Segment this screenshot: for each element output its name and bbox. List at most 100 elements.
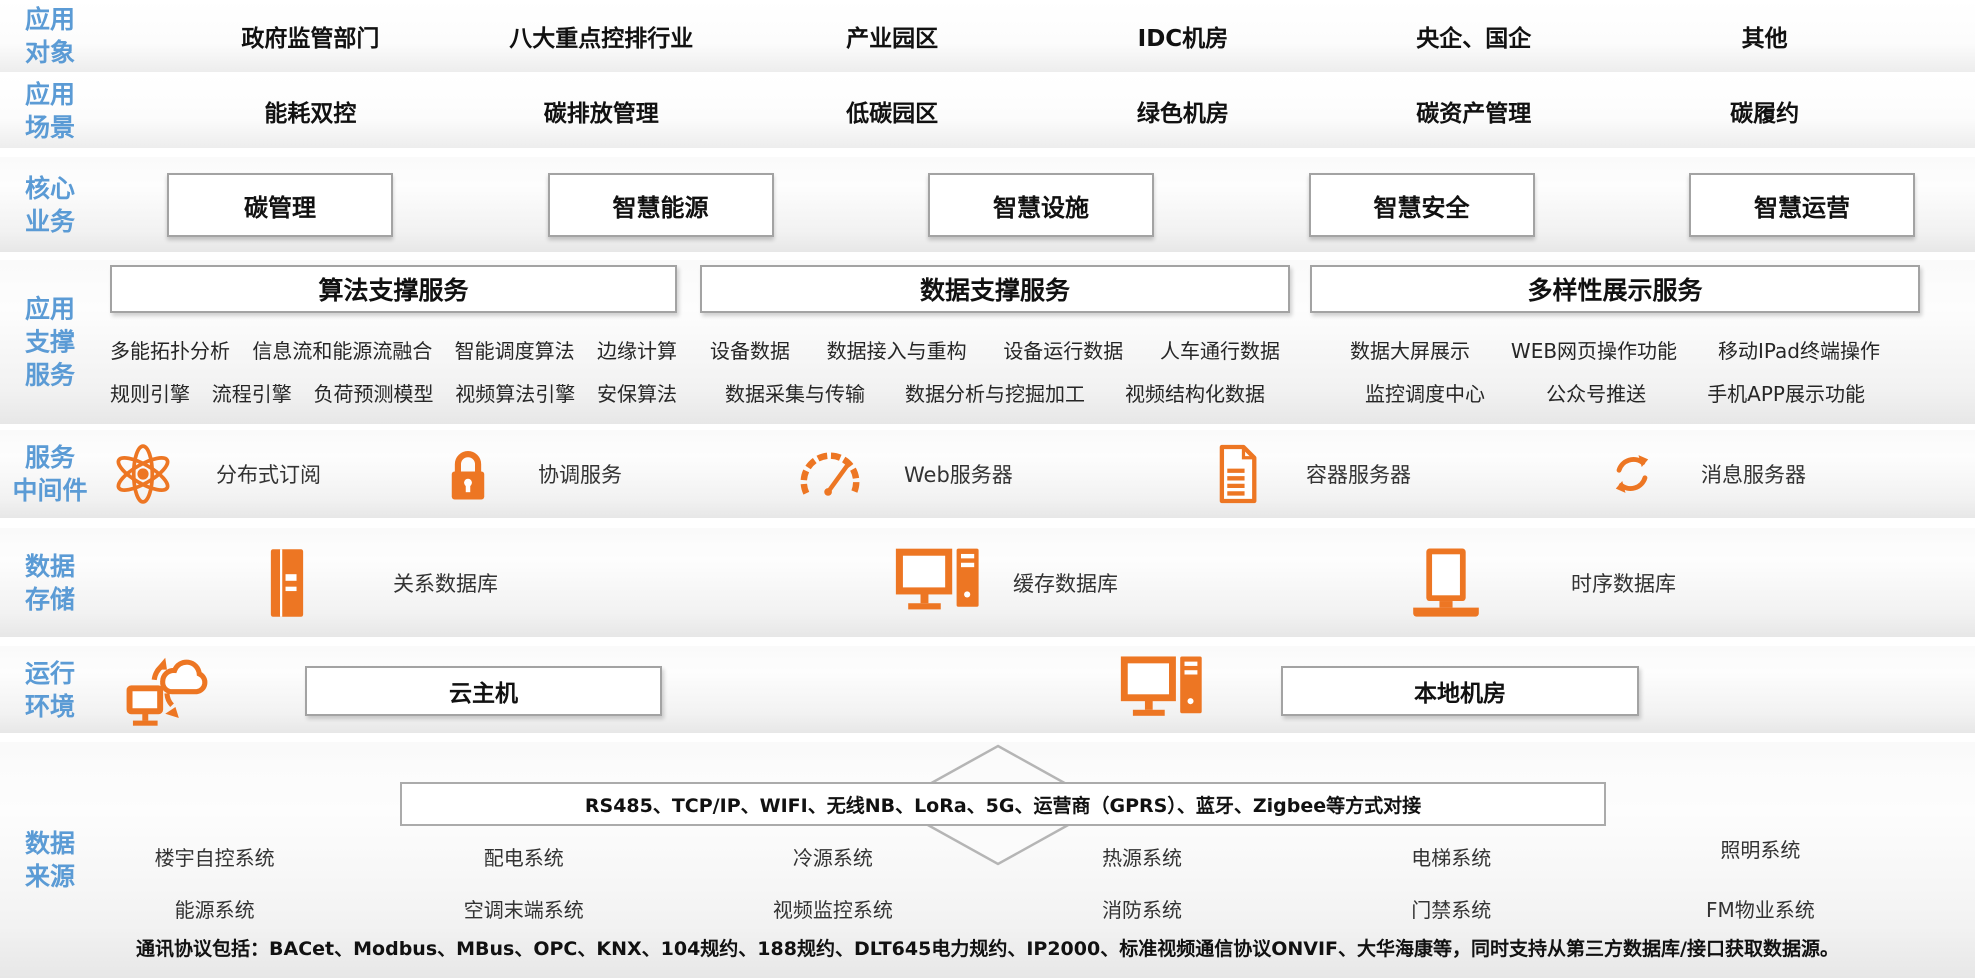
support-group-title: 多样性展示服务 [1310, 265, 1920, 313]
book-icon [265, 539, 309, 627]
support-item: 数据采集与传输 [725, 378, 865, 407]
support-group-title: 算法支撑服务 [110, 265, 677, 313]
protocol-note: 通讯协议包括：BACet、Modbus、MBus、OPC、KNX、104规约、1… [0, 934, 1975, 961]
source-system-item: 能源系统 [60, 894, 369, 923]
band-middleware: 服务 中间件 分布式订阅 协调服务 [0, 430, 1975, 518]
middleware-label: 分布式订阅 [216, 459, 321, 489]
middleware-label: 协调服务 [538, 459, 622, 489]
architecture-diagram: 应用 对象 政府监管部门 八大重点控排行业 产业园区 IDC机房 央企、国企 其… [0, 0, 1975, 978]
source-system-item: 配电系统 [369, 842, 678, 871]
desktop-tower-icon [1120, 650, 1206, 730]
middleware-item: 容器服务器 [1210, 443, 1411, 505]
app-object-item: 其他 [1619, 19, 1910, 53]
support-item: WEB网页操作功能 [1511, 335, 1677, 364]
source-system-item: 冷源系统 [678, 842, 987, 871]
core-business-box: 智慧安全 [1309, 173, 1535, 237]
source-system-item: 消防系统 [987, 894, 1296, 923]
source-system-item: 门禁系统 [1297, 894, 1606, 923]
support-item: 智能调度算法 [455, 335, 575, 364]
source-system-item: 视频监控系统 [678, 894, 987, 923]
gauge-icon [798, 447, 862, 501]
support-item: 规则引擎 [110, 378, 190, 407]
source-system-item: 热源系统 [987, 842, 1296, 871]
app-object-item: IDC机房 [1038, 19, 1329, 53]
app-object-item: 产业园区 [747, 19, 1038, 53]
support-item: 多能拓扑分析 [110, 335, 230, 364]
app-object-item: 央企、国企 [1328, 19, 1619, 53]
rail-label-runtime-env: 运行 环境 [4, 657, 96, 723]
app-scenario-item: 碳履约 [1619, 94, 1910, 128]
band-core-business: 核心 业务 碳管理 智慧能源 智慧设施 智慧安全 智慧运营 [0, 157, 1975, 252]
rail-label-app-support: 应用 支撑 服务 [4, 293, 96, 392]
storage-item: 时序数据库 [1405, 544, 1676, 622]
support-group-title: 数据支撑服务 [700, 265, 1290, 313]
support-item: 公众号推送 [1546, 378, 1646, 407]
support-item: 移动IPad终端操作 [1718, 335, 1880, 364]
app-scenario-item: 碳排放管理 [456, 94, 747, 128]
band-data-storage: 数据 存储 关系数据库 缓存数据库 [0, 528, 1975, 637]
app-object-item: 八大重点控排行业 [456, 19, 747, 53]
storage-label: 缓存数据库 [1013, 568, 1118, 598]
rail-label-app-objects: 应用 对象 [4, 3, 96, 69]
middleware-item: Web服务器 [798, 447, 1013, 501]
lock-icon [440, 444, 496, 504]
storage-item: 关系数据库 [265, 539, 498, 627]
runtime-box-local: 本地机房 [1281, 666, 1639, 716]
band-app-scenarios: 应用 场景 能耗双控 碳排放管理 低碳园区 绿色机房 碳资产管理 碳履约 [0, 74, 1975, 148]
middleware-item: 消息服务器 [1605, 445, 1806, 503]
rail-label-data-storage: 数据 存储 [4, 550, 96, 616]
laptop-icon [1405, 544, 1487, 622]
middleware-label: 消息服务器 [1701, 459, 1806, 489]
support-item: 设备数据 [710, 335, 790, 364]
support-item: 人车通行数据 [1160, 335, 1280, 364]
support-group-data: 数据支撑服务 设备数据 数据接入与重构 设备运行数据 人车通行数据 数据采集与传… [700, 265, 1290, 313]
support-item: 数据分析与挖掘加工 [905, 378, 1085, 407]
support-item: 设备运行数据 [1003, 335, 1123, 364]
storage-item: 缓存数据库 [895, 543, 1118, 623]
source-system-item: 楼宇自控系统 [60, 842, 369, 871]
source-system-item: FM物业系统 [1606, 894, 1915, 923]
support-item: 视频结构化数据 [1125, 378, 1265, 407]
source-system-item: 照明系统 [1606, 834, 1915, 863]
atom-icon [112, 443, 174, 505]
middleware-item: 协调服务 [440, 444, 622, 504]
band-runtime-env: 运行 环境 云主机 本地机房 [0, 646, 1975, 733]
support-item: 数据接入与重构 [827, 335, 967, 364]
support-item: 视频算法引擎 [455, 378, 575, 407]
storage-label: 时序数据库 [1571, 568, 1676, 598]
band-app-objects: 应用 对象 政府监管部门 八大重点控排行业 产业园区 IDC机房 央企、国企 其… [0, 0, 1975, 72]
runtime-box-cloud: 云主机 [305, 666, 662, 716]
rail-label-core-business: 核心 业务 [4, 172, 96, 238]
support-item: 监控调度中心 [1365, 378, 1485, 407]
app-scenario-item: 低碳园区 [747, 94, 1038, 128]
middleware-label: 容器服务器 [1306, 459, 1411, 489]
core-business-box: 智慧能源 [548, 173, 774, 237]
source-system-item: 空调末端系统 [369, 894, 678, 923]
support-item: 流程引擎 [212, 378, 292, 407]
document-icon [1210, 443, 1264, 505]
connection-methods-bar: RS485、TCP/IP、WIFI、无线NB、LoRa、5G、运营商（GPRS）… [400, 782, 1606, 826]
support-item: 安保算法 [597, 378, 677, 407]
app-scenario-item: 能耗双控 [165, 94, 456, 128]
support-item: 数据大屏展示 [1350, 335, 1470, 364]
middleware-item: 分布式订阅 [112, 443, 321, 505]
support-item: 信息流和能源流融合 [252, 335, 432, 364]
cloud-computer-icon [122, 647, 217, 732]
sync-icon [1605, 445, 1659, 503]
core-business-box: 智慧设施 [928, 173, 1154, 237]
support-item: 负荷预测模型 [314, 378, 434, 407]
middleware-label: Web服务器 [904, 459, 1013, 489]
support-group-display: 多样性展示服务 数据大屏展示 WEB网页操作功能 移动IPad终端操作 监控调度… [1310, 265, 1920, 313]
band-data-sources: 数据 来源 RS485、TCP/IP、WIFI、无线NB、LoRa、5G、运营商… [0, 742, 1975, 978]
desktop-tower-icon [895, 543, 983, 623]
rail-label-app-scenarios: 应用 场景 [4, 78, 96, 144]
support-item: 边缘计算 [597, 335, 677, 364]
source-system-item: 电梯系统 [1297, 842, 1606, 871]
app-scenario-item: 绿色机房 [1038, 94, 1329, 128]
storage-label: 关系数据库 [393, 568, 498, 598]
support-group-algorithm: 算法支撑服务 多能拓扑分析 信息流和能源流融合 智能调度算法 边缘计算 规则引擎… [110, 265, 677, 313]
core-business-box: 智慧运营 [1689, 173, 1915, 237]
core-business-box: 碳管理 [167, 173, 393, 237]
support-item: 手机APP展示功能 [1707, 378, 1865, 407]
rail-label-middleware: 服务 中间件 [4, 441, 96, 507]
